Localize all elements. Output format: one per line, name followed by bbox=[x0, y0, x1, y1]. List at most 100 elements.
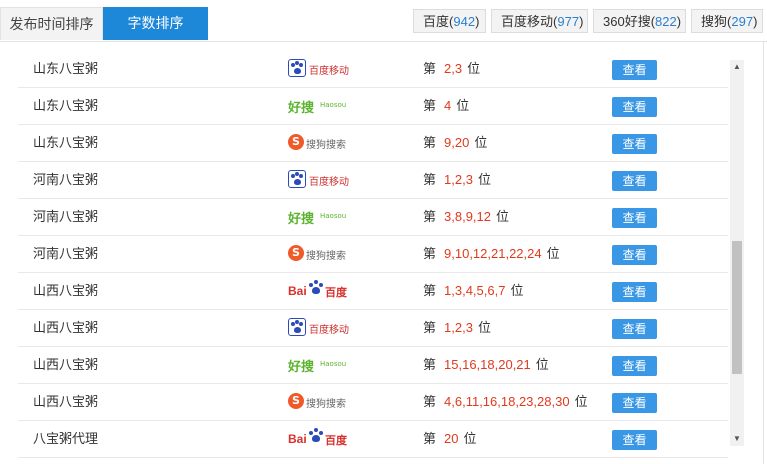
engine-cell: 百度移动 bbox=[288, 317, 358, 339]
rank-positions: 2,3 bbox=[444, 61, 463, 76]
table-row: 山西八宝粥 好搜 Haosou 第 15,16,18,20,21 位 查看 bbox=[18, 347, 728, 384]
logo-text: 好搜 bbox=[288, 360, 315, 375]
logo-text-en: Haosou bbox=[320, 212, 347, 220]
rank-prefix: 第 bbox=[423, 98, 437, 113]
engine-cell: 好搜 Haosou bbox=[288, 206, 358, 228]
logo-text: 好搜 bbox=[288, 212, 315, 227]
engine-filter-360[interactable]: 360好搜(822) bbox=[593, 9, 686, 33]
engine-cell: 百度移动 bbox=[288, 58, 358, 80]
logo-text: 搜狗搜索 bbox=[306, 251, 346, 262]
table-row: 河南八宝粥 百度移动 第 1,2,3 位 查看 bbox=[18, 162, 728, 199]
logo-text-en: Haosou bbox=[320, 360, 347, 368]
baidu-paw-icon bbox=[308, 280, 324, 296]
rank-positions: 1,3,4,5,6,7 bbox=[444, 283, 506, 298]
engine-cell: Bai 百度 bbox=[288, 428, 358, 450]
rank-cell: 第 20 位 bbox=[423, 421, 477, 457]
engine-filter-baidu-mobile[interactable]: 百度移动(977) bbox=[491, 9, 588, 33]
view-button[interactable]: 查看 bbox=[612, 356, 657, 376]
scrollbar[interactable]: ▲ ▼ bbox=[730, 60, 744, 446]
sogou-s-icon: S bbox=[288, 245, 304, 261]
rank-suffix: 位 bbox=[496, 209, 510, 224]
rank-suffix: 位 bbox=[477, 172, 491, 187]
rank-cell: 第4位 bbox=[423, 88, 469, 124]
view-button[interactable]: 查看 bbox=[612, 245, 657, 265]
view-button[interactable]: 查看 bbox=[612, 171, 657, 191]
table-row: 山东八宝粥 S 搜狗搜索 第 9,20 位 查看 bbox=[18, 125, 728, 162]
rank-cell: 第 4,6,11,16,18,23,28,30 位 bbox=[423, 384, 588, 420]
table-row: 山西八宝粥 百度移动 第 1,2,3 位 查看 bbox=[18, 310, 728, 347]
keyword-cell: 河南八宝粥 bbox=[33, 246, 99, 261]
rank-prefix: 第 bbox=[423, 61, 437, 76]
baidu-logo: Bai 百度 bbox=[288, 428, 358, 450]
tab-word-count-sort[interactable]: 字数排序 bbox=[103, 7, 208, 40]
engine-name: 百度移动 bbox=[501, 14, 554, 29]
panel-border bbox=[763, 41, 764, 464]
view-button[interactable]: 查看 bbox=[612, 393, 657, 413]
logo-text-b: 百度 bbox=[325, 434, 347, 447]
haosou-logo: 好搜 Haosou bbox=[288, 206, 358, 228]
logo-text-a: Bai bbox=[288, 284, 307, 298]
rank-positions: 1,2,3 bbox=[444, 320, 473, 335]
engine-cell: S 搜狗搜索 bbox=[288, 391, 358, 413]
engine-cell: 好搜 Haosou bbox=[288, 95, 358, 117]
rank-prefix: 第 bbox=[423, 431, 437, 446]
rank-suffix: 位 bbox=[574, 394, 588, 409]
logo-text: 百度移动 bbox=[309, 325, 349, 336]
rank-cell: 第 3,8,9,12 位 bbox=[423, 199, 509, 235]
ranking-list: 山东八宝粥 百度移动 第 2,3 位查看 山东八宝粥 好搜 Haosou 第 4 位查看山… bbox=[18, 51, 728, 464]
engine-count: 977 bbox=[557, 14, 580, 29]
view-button[interactable]: 查看 bbox=[612, 208, 657, 228]
rank-suffix: 位 bbox=[535, 357, 549, 372]
rank-positions: 4 bbox=[444, 98, 452, 113]
rank-cell: 第 1,2,3 位 bbox=[423, 162, 491, 198]
engine-cell: Bai 百度 bbox=[288, 280, 358, 302]
baidu-mobile-logo: 百度移动 bbox=[288, 169, 358, 191]
view-button[interactable]: 查看 bbox=[612, 319, 657, 339]
table-row: 河南八宝粥 S 搜狗搜索 第 9,10,12,21,22,24 位 查看 bbox=[18, 236, 728, 273]
rank-prefix: 第 bbox=[423, 209, 437, 224]
table-row: 山西八宝粥 Bai 百度 第 1,3,4,5,6,7 位 查看 bbox=[18, 273, 728, 310]
keyword-cell: 八宝粥代理 bbox=[33, 431, 99, 446]
keyword-cell: 山东八宝粥 bbox=[33, 135, 99, 150]
scrollbar-thumb[interactable] bbox=[732, 241, 742, 374]
triangle-up-icon[interactable]: ▲ bbox=[730, 60, 744, 74]
rank-cell: 第 9,10,12,21,22,24 位 bbox=[423, 236, 560, 272]
rank-suffix: 位 bbox=[463, 431, 477, 446]
engine-cell: 百度移动 bbox=[288, 169, 358, 191]
baidu-logo: Bai 百度 bbox=[288, 280, 358, 302]
baidu-mobile-logo: 百度移动 bbox=[288, 58, 358, 80]
view-button[interactable]: 查看 bbox=[612, 134, 657, 154]
rank-cell: 第 9,20 位 bbox=[423, 125, 487, 161]
engine-count: 297 bbox=[731, 14, 754, 29]
rank-positions: 15,16,18,20,21 bbox=[444, 357, 531, 372]
engine-filter-baidu[interactable]: 百度(942) bbox=[413, 9, 486, 33]
rank-positions: 3,8,9,12 bbox=[444, 209, 492, 224]
haosou-logo: 好搜 Haosou bbox=[288, 95, 358, 117]
view-button[interactable]: 查看 bbox=[612, 282, 657, 302]
rank-cell: 第 2,3 位 bbox=[423, 51, 480, 87]
rank-suffix: 位 bbox=[510, 283, 524, 298]
rank-suffix: 位 bbox=[467, 61, 481, 76]
rank-prefix: 第 bbox=[423, 357, 437, 372]
engine-filter-sogou[interactable]: 搜狗(297) bbox=[691, 9, 763, 33]
view-button[interactable]: 查看 bbox=[612, 97, 657, 117]
triangle-down-icon[interactable]: ▼ bbox=[730, 432, 744, 446]
table-row: 河南八宝粥 好搜 Haosou 第 3,8,9,12 位 查看 bbox=[18, 199, 728, 236]
sogou-logo: S 搜狗搜索 bbox=[288, 391, 358, 413]
logo-text: 搜狗搜索 bbox=[306, 140, 346, 151]
tab-publish-time-sort[interactable]: 发布时间排序 bbox=[0, 7, 103, 40]
logo-text-a: Bai bbox=[288, 432, 307, 446]
logo-text: 百度移动 bbox=[309, 177, 349, 188]
rank-prefix: 第 bbox=[423, 320, 437, 335]
keyword-cell: 河南八宝粥 bbox=[33, 209, 99, 224]
baidu-paw-icon bbox=[288, 170, 306, 188]
sogou-logo: S 搜狗搜索 bbox=[288, 132, 358, 154]
baidu-mobile-logo: 百度移动 bbox=[288, 317, 358, 339]
logo-text-en: Haosou bbox=[320, 101, 347, 109]
engine-count: 942 bbox=[453, 14, 476, 29]
view-button[interactable]: 查看 bbox=[612, 60, 657, 80]
logo-text: 搜狗搜索 bbox=[306, 399, 346, 410]
engine-cell: S 搜狗搜索 bbox=[288, 243, 358, 265]
view-button[interactable]: 查看 bbox=[612, 430, 657, 450]
table-row: 山东八宝粥 百度移动 第 2,3 位 查看 bbox=[18, 51, 728, 88]
